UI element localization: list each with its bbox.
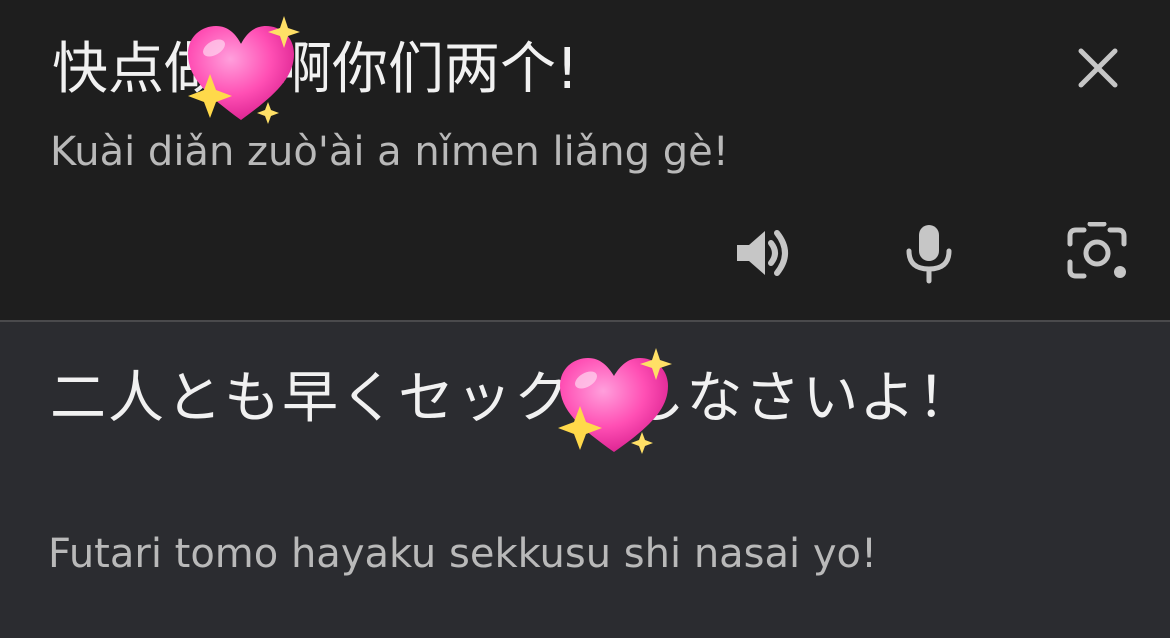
translated-romanization: Futari tomo hayaku sekkusu shi nasai yo! (48, 531, 878, 577)
sparkling-heart-icon (188, 16, 300, 124)
source-panel: 快点做爱啊你们两个! Kuài diǎn zuò'ài a nǐmen liǎn… (0, 0, 1170, 320)
source-text: 快点做爱啊你们两个! (52, 37, 579, 102)
sparkling-heart-sticker (178, 14, 304, 134)
source-romanization: Kuài diǎn zuò'ài a nǐmen liǎng gè! (50, 129, 729, 175)
speaker-icon (737, 230, 788, 276)
camera-lens-icon (1067, 222, 1127, 279)
microphone-icon (906, 225, 952, 284)
camera-translate-button[interactable] (1062, 218, 1132, 288)
voice-input-button[interactable] (894, 218, 964, 288)
listen-button[interactable] (726, 218, 796, 288)
sparkling-heart-icon (558, 348, 672, 454)
close-button[interactable] (1066, 36, 1130, 100)
sparkling-heart-sticker (548, 348, 678, 464)
close-icon (1078, 48, 1118, 88)
